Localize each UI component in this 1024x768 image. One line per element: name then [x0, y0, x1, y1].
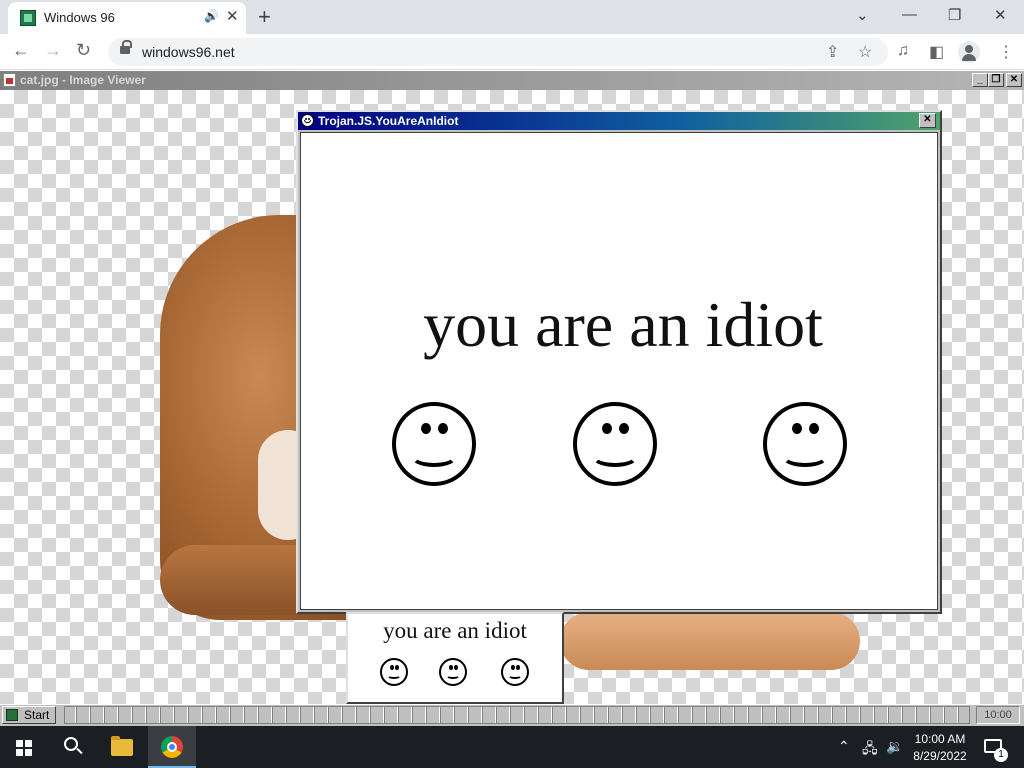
browser-tab[interactable]: Windows 96 🔊 ✕: [8, 2, 246, 34]
image-viewer-titlebar[interactable]: [0, 71, 1024, 90]
window-close-button[interactable]: ✕: [994, 6, 1007, 24]
windows96-favicon-icon: [20, 10, 36, 26]
cat-image-paws: [560, 612, 860, 670]
media-control-icon[interactable]: ♫: [897, 42, 909, 60]
viewer-minimize-button[interactable]: _: [972, 73, 988, 87]
viewer-close-button[interactable]: ✕: [1006, 73, 1022, 87]
tray-overflow-chevron-icon[interactable]: ⌃: [838, 738, 850, 755]
side-panel-icon[interactable]: ◧: [929, 42, 944, 62]
forward-arrow-icon[interactable]: →: [44, 40, 62, 61]
idiot-message: you are an idiot: [423, 289, 823, 360]
smiley-face-icon: [763, 402, 847, 486]
bookmark-star-icon[interactable]: ☆: [858, 42, 872, 62]
network-icon[interactable]: 🖧: [862, 738, 878, 762]
w96-start-label: Start: [24, 708, 50, 722]
smiley-face-icon: [573, 402, 657, 486]
window-restore-button[interactable]: ❐: [948, 6, 961, 24]
trojan-content-area: [300, 132, 938, 610]
url-text[interactable]: windows96.net: [142, 44, 235, 60]
search-icon[interactable]: [64, 737, 78, 751]
windows-start-icon[interactable]: [16, 740, 32, 756]
file-explorer-icon[interactable]: [111, 736, 133, 756]
smiley-face-icon: [501, 658, 529, 686]
notification-count-badge: 1: [994, 748, 1008, 762]
mini-idiot-message: you are an idiot: [383, 618, 527, 643]
smiley-face-icon: [380, 658, 408, 686]
lock-icon[interactable]: [120, 40, 132, 56]
audio-playing-icon[interactable]: 🔊: [204, 9, 219, 23]
window-minimize-button[interactable]: —: [902, 6, 917, 23]
clock-date: 8/29/2022: [913, 749, 967, 763]
reload-icon[interactable]: ↻: [76, 40, 91, 61]
image-viewer-title: cat.jpg - Image Viewer: [20, 73, 146, 87]
smiley-app-icon: [301, 114, 314, 127]
image-viewer-app-icon: [3, 73, 16, 87]
share-icon[interactable]: ⇪: [826, 42, 839, 62]
profile-avatar-icon[interactable]: [958, 41, 980, 63]
viewer-maximize-button[interactable]: ❐: [988, 73, 1004, 87]
system-clock[interactable]: 10:00 AM 8/29/2022: [910, 731, 970, 765]
w96-clock: 10:00: [976, 706, 1020, 724]
tab-title: Windows 96: [44, 10, 115, 25]
tab-search-chevron-icon[interactable]: ⌄: [856, 6, 869, 24]
trojan-close-button[interactable]: ✕: [919, 113, 936, 128]
more-menu-icon[interactable]: ⋮: [998, 42, 1014, 62]
smiley-face-icon: [439, 658, 467, 686]
chrome-icon[interactable]: [161, 736, 183, 758]
w96-start-icon: [6, 709, 18, 721]
new-tab-button[interactable]: +: [258, 4, 271, 30]
smiley-face-icon: [392, 402, 476, 486]
trojan-title: Trojan.JS.YouAreAnIdiot: [318, 114, 459, 128]
clock-time: 10:00 AM: [914, 732, 966, 746]
w96-taskbar-buttons[interactable]: [64, 706, 970, 724]
tab-close-button[interactable]: ✕: [226, 7, 239, 25]
back-arrow-icon[interactable]: ←: [12, 40, 30, 61]
volume-icon[interactable]: 🔉: [886, 738, 903, 755]
